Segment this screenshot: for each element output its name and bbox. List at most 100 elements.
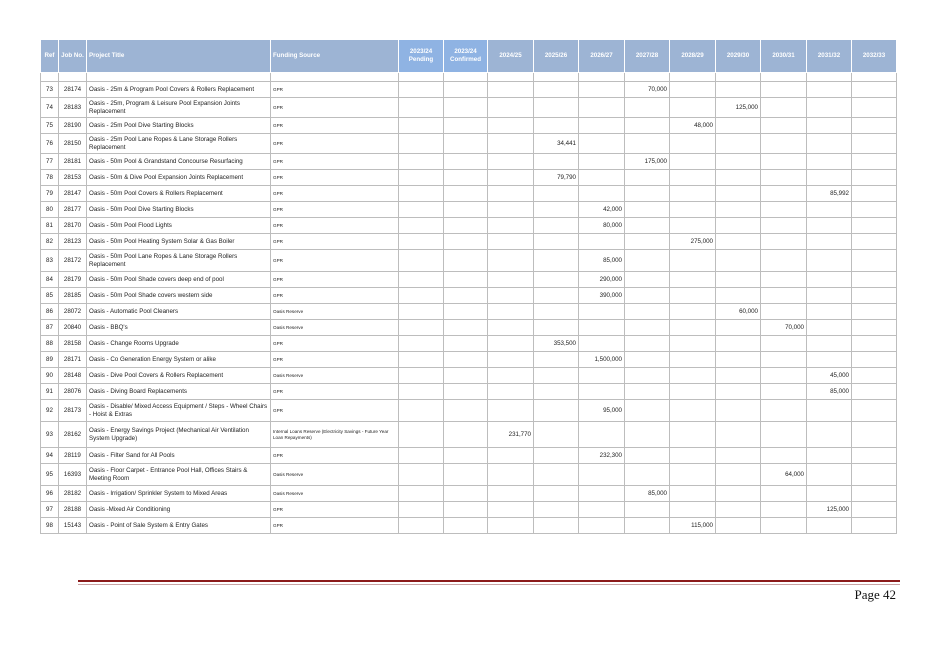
amount-cell — [851, 233, 897, 250]
amount-cell — [578, 319, 625, 336]
amount-cell — [669, 217, 716, 234]
ref-cell: 94 — [40, 447, 59, 464]
amount-cell — [578, 185, 625, 202]
project-title-cell: Oasis - Filter Sand for All Pools — [86, 447, 271, 464]
amount-cell — [760, 517, 807, 534]
amount-cell — [624, 185, 670, 202]
amount-cell — [624, 117, 670, 134]
amount-cell — [624, 501, 670, 518]
funding-source-cell: GPR — [270, 153, 399, 170]
column-header: 2030/31 — [760, 39, 807, 73]
amount-cell: 1,500,000 — [578, 351, 625, 368]
project-title-cell: Oasis - BBQ's — [86, 319, 271, 336]
job-number-cell: 28148 — [58, 367, 87, 384]
amount-cell — [578, 367, 625, 384]
amount-cell — [760, 485, 807, 502]
amount-cell: 125,000 — [715, 97, 761, 118]
amount-cell — [533, 303, 579, 320]
job-number-cell: 28173 — [58, 399, 87, 422]
amount-cell — [624, 271, 670, 288]
amount-cell — [443, 117, 488, 134]
amount-cell — [851, 249, 897, 272]
ref-cell: 92 — [40, 399, 59, 422]
amount-cell — [624, 447, 670, 464]
amount-cell — [443, 169, 488, 186]
table-header: Ref Job No. Project Title Funding Source 202… — [40, 39, 897, 73]
job-number-cell: 28179 — [58, 271, 87, 288]
amount-cell — [487, 97, 534, 118]
amount-cell — [487, 117, 534, 134]
amount-cell — [760, 97, 807, 118]
job-number-cell: 28158 — [58, 335, 87, 352]
table-row: 91 28076 Oasis - Diving Board Replacements… — [40, 383, 897, 400]
amount-cell — [398, 351, 444, 368]
amount-cell — [851, 351, 897, 368]
amount-cell — [487, 447, 534, 464]
amount-cell: 60,000 — [715, 303, 761, 320]
amount-cell — [760, 117, 807, 134]
amount-cell — [398, 249, 444, 272]
amount-cell — [851, 153, 897, 170]
ref-cell: 97 — [40, 501, 59, 518]
spacer-cell — [851, 72, 897, 82]
amount-cell — [760, 233, 807, 250]
amount-cell — [443, 249, 488, 272]
amount-cell — [443, 133, 488, 154]
amount-cell: 290,000 — [578, 271, 625, 288]
amount-cell — [533, 249, 579, 272]
ref-cell: 75 — [40, 117, 59, 134]
amount-cell — [398, 383, 444, 400]
amount-cell — [443, 319, 488, 336]
amount-cell — [669, 501, 716, 518]
spacer-cell — [533, 72, 579, 82]
spacer-cell — [624, 72, 670, 82]
amount-cell — [760, 335, 807, 352]
amount-cell — [851, 97, 897, 118]
funding-source-cell: GPR — [270, 271, 399, 288]
amount-cell — [715, 319, 761, 336]
amount-cell — [578, 153, 625, 170]
amount-cell — [669, 367, 716, 384]
amount-cell — [487, 81, 534, 98]
amount-cell — [443, 383, 488, 400]
amount-cell — [806, 485, 852, 502]
amount-cell — [760, 249, 807, 272]
amount-cell — [533, 485, 579, 502]
amount-cell — [669, 463, 716, 486]
funding-source-cell: GPR — [270, 81, 399, 98]
ref-cell: 76 — [40, 133, 59, 154]
ref-cell: 98 — [40, 517, 59, 534]
amount-cell — [487, 303, 534, 320]
amount-cell — [669, 201, 716, 218]
table-row: 74 28183 Oasis - 25m, Program & Leisure Po… — [40, 97, 897, 118]
ref-cell: 91 — [40, 383, 59, 400]
amount-cell — [398, 153, 444, 170]
amount-cell: 232,300 — [578, 447, 625, 464]
amount-cell — [533, 233, 579, 250]
amount-cell: 85,000 — [624, 485, 670, 502]
amount-cell: 79,790 — [533, 169, 579, 186]
amount-cell — [760, 169, 807, 186]
amount-cell — [443, 421, 488, 448]
amount-cell — [533, 501, 579, 518]
amount-cell: 95,000 — [578, 399, 625, 422]
project-title-cell: Oasis - 25m Pool Lane Ropes & Lane Stora… — [86, 133, 271, 154]
amount-cell — [624, 399, 670, 422]
project-title-cell: Oasis - Floor Carpet - Entrance Pool Hal… — [86, 463, 271, 486]
amount-cell — [533, 97, 579, 118]
ref-cell: 79 — [40, 185, 59, 202]
amount-cell — [851, 517, 897, 534]
amount-cell — [669, 319, 716, 336]
job-number-cell: 28183 — [58, 97, 87, 118]
amount-cell — [398, 367, 444, 384]
amount-cell — [443, 447, 488, 464]
amount-cell — [398, 217, 444, 234]
amount-cell: 125,000 — [806, 501, 852, 518]
amount-cell — [806, 153, 852, 170]
amount-cell — [715, 287, 761, 304]
spacer-cell — [487, 72, 534, 82]
table-body: 73 28174 Oasis - 25m & Program Pool Covers… — [40, 72, 897, 534]
table-row: 87 20840 Oasis - BBQ's Oasis Reserve 70,000 — [40, 319, 897, 336]
amount-cell — [578, 97, 625, 118]
amount-cell — [624, 287, 670, 304]
